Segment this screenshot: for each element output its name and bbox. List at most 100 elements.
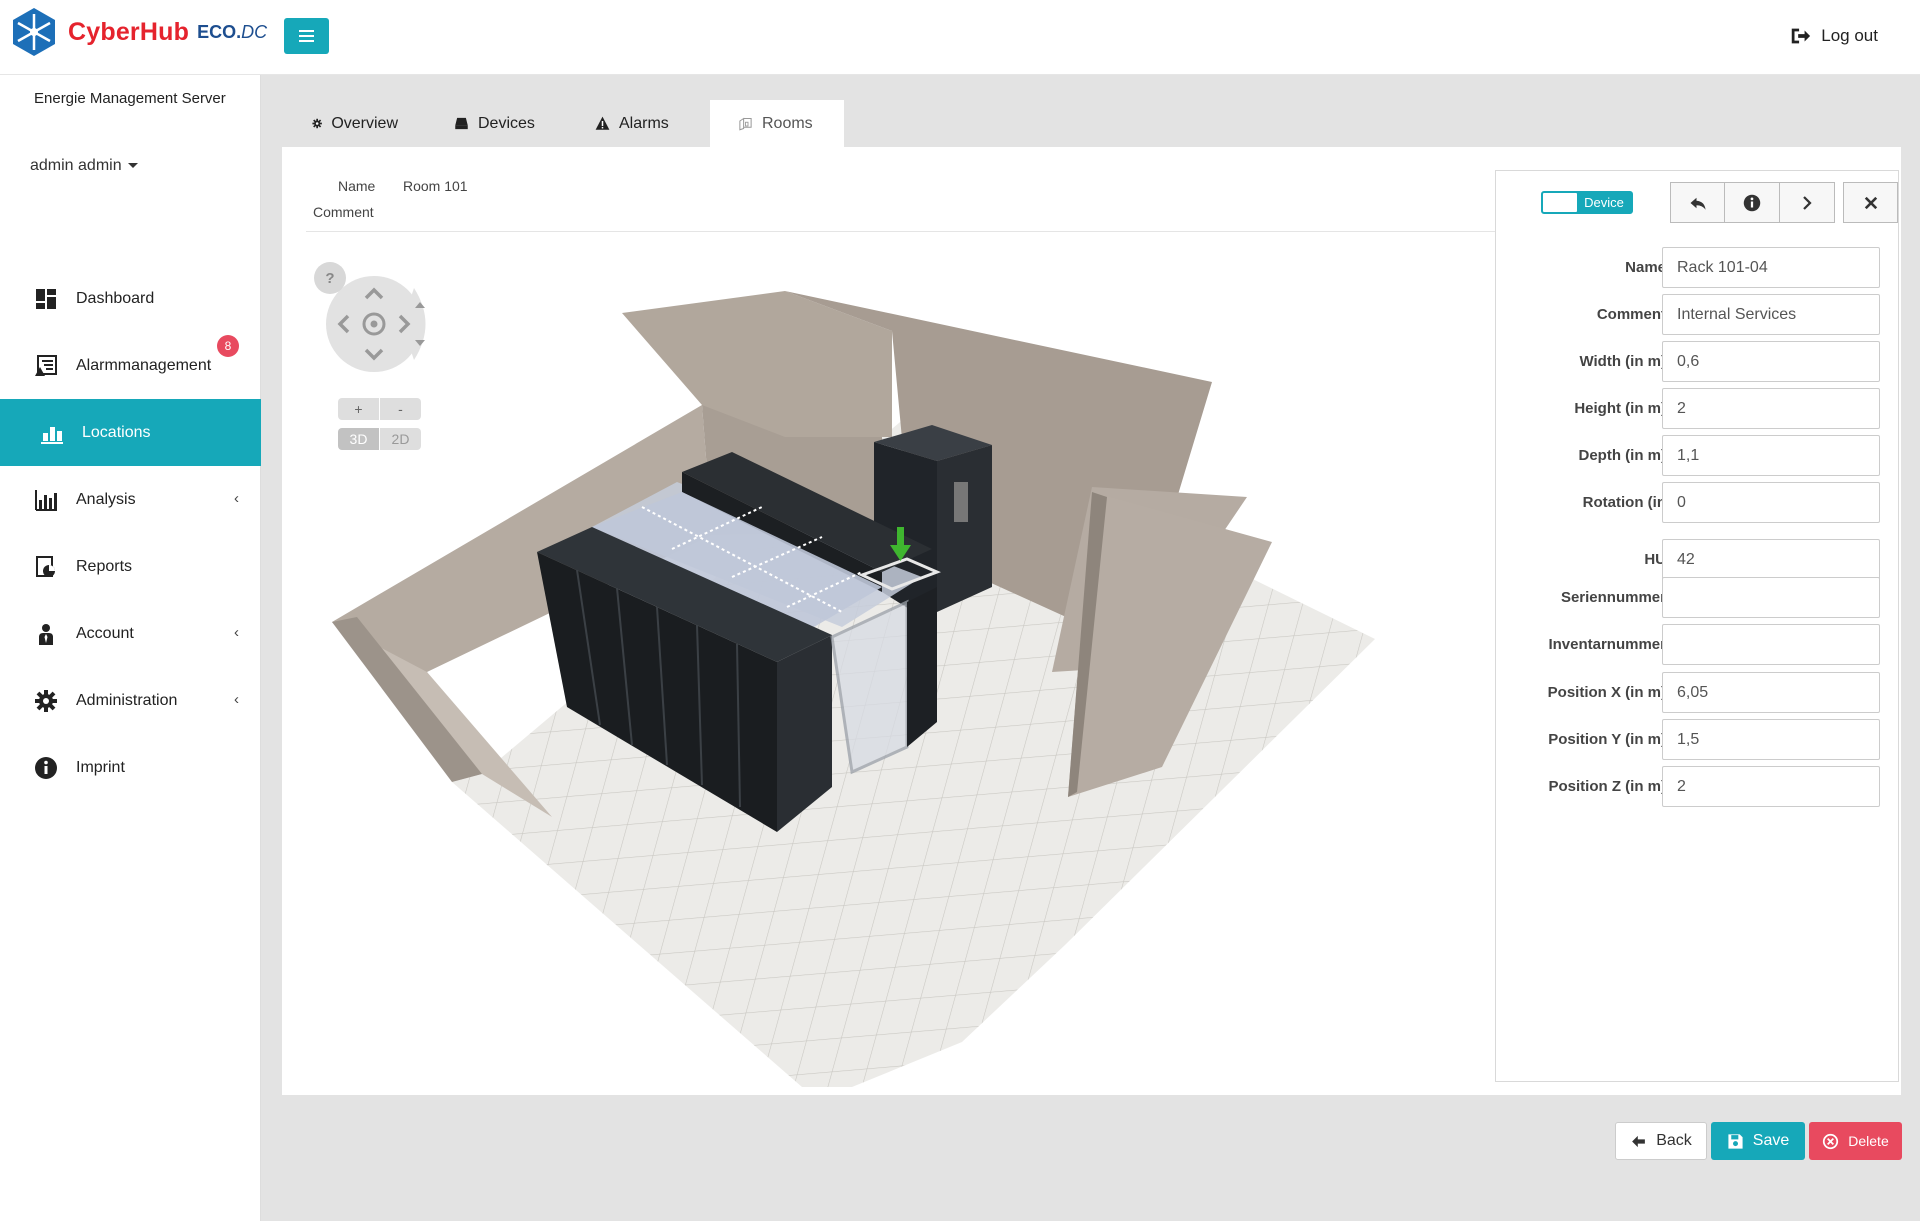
logo-mark-icon	[13, 8, 55, 56]
cooling-unit-side	[937, 445, 992, 612]
top-bar: CyberHub ECO.DC Log out	[0, 0, 1920, 75]
nav-item-reports[interactable]: Reports	[0, 533, 261, 600]
hdd-icon	[455, 117, 468, 130]
chevron-left-icon: ‹	[234, 624, 239, 641]
warning-icon	[595, 116, 610, 130]
field-width: Width (in m)	[1496, 341, 1900, 383]
gear-icon	[312, 118, 322, 129]
room-icon	[739, 117, 752, 131]
detail-tabs: Overview Devices Alarms Rooms	[284, 100, 844, 147]
nav-item-dashboard[interactable]: Dashboard	[0, 265, 261, 332]
width-input[interactable]	[1662, 341, 1880, 382]
properties-toolbar	[1670, 182, 1898, 223]
field-position-z: Position Z (in m)	[1496, 766, 1900, 808]
position-y-input[interactable]	[1662, 719, 1880, 760]
mode-3d-button[interactable]: 3D	[338, 428, 379, 450]
logout-label: Log out	[1821, 26, 1878, 45]
cooling-unit-panel	[954, 482, 968, 522]
caret-down-icon	[127, 163, 138, 169]
close-icon	[1864, 196, 1877, 209]
app-logo[interactable]: CyberHub ECO.DC	[8, 6, 267, 58]
main-nav: Dashboard Alarmmanagement 8 Locations An…	[0, 265, 261, 801]
dashboard-icon	[34, 287, 58, 311]
device-properties-panel: Device Name Comment Width (in m)	[1495, 170, 1899, 1082]
chevron-right-icon	[1803, 195, 1812, 210]
tab-alarms[interactable]: Alarms	[567, 100, 710, 147]
room-name-label: Name	[338, 178, 376, 194]
nav-item-locations[interactable]: Locations	[0, 399, 261, 466]
field-height: Height (in m)	[1496, 388, 1900, 430]
delete-button[interactable]: Delete	[1809, 1122, 1902, 1160]
user-menu[interactable]: admin admin	[30, 157, 138, 175]
locations-icon	[40, 421, 64, 445]
device-toggle[interactable]: Device	[1541, 191, 1633, 214]
hu-input[interactable]	[1662, 539, 1880, 580]
save-button[interactable]: Save	[1711, 1122, 1805, 1160]
reports-icon	[34, 555, 58, 579]
room-3d-view[interactable]	[332, 287, 1462, 1087]
floppy-disk-icon	[1728, 1133, 1743, 1149]
alarm-count-badge: 8	[217, 335, 239, 357]
brand-name: CyberHub	[68, 17, 190, 46]
position-z-input[interactable]	[1662, 766, 1880, 807]
logout-button[interactable]: Log out	[1789, 25, 1878, 47]
hamburger-icon	[299, 35, 314, 37]
mode-2d-button[interactable]: 2D	[380, 428, 421, 450]
menu-toggle-button[interactable]	[284, 18, 329, 54]
room-panel: Name Room 101 Comment ? + - 3D 2D Device…	[282, 147, 1901, 1095]
gear-icon	[34, 689, 58, 713]
chevron-left-icon: ‹	[234, 691, 239, 708]
reply-icon	[1690, 197, 1705, 210]
field-hu: HU	[1496, 539, 1900, 581]
brand-suffix: ECO.DC	[197, 21, 268, 42]
tab-devices[interactable]: Devices	[426, 100, 567, 147]
back-button[interactable]: Back	[1615, 1122, 1707, 1160]
tab-overview[interactable]: Overview	[284, 100, 426, 147]
nav-item-account[interactable]: Account ‹	[0, 600, 261, 667]
user-tie-icon	[34, 622, 58, 646]
selected-rack-side	[907, 587, 937, 747]
arrow-left-icon	[1632, 1135, 1646, 1147]
room-comment-label: Comment	[313, 204, 374, 220]
field-inventarnummer: Inventarnummer	[1496, 624, 1900, 666]
alarm-list-icon	[34, 354, 58, 378]
field-comment: Comment	[1496, 294, 1900, 336]
depth-input[interactable]	[1662, 435, 1880, 476]
toggle-label: Device	[1584, 195, 1624, 210]
help-button[interactable]: ?	[314, 262, 346, 294]
close-button[interactable]	[1843, 182, 1898, 223]
sidebar: Energie Management Server admin admin Da…	[0, 75, 261, 1221]
comment-input[interactable]	[1662, 294, 1880, 335]
rotation-input[interactable]	[1662, 482, 1880, 523]
chevron-left-icon: ‹	[234, 490, 239, 507]
nav-item-alarmmanagement[interactable]: Alarmmanagement 8	[0, 332, 261, 399]
position-x-input[interactable]	[1662, 672, 1880, 713]
remove-circle-icon	[1823, 1133, 1839, 1149]
name-input[interactable]	[1662, 247, 1880, 288]
zoom-in-button[interactable]: +	[338, 398, 379, 420]
undo-button[interactable]	[1670, 182, 1725, 223]
room-name-value: Room 101	[403, 178, 468, 194]
sign-out-icon	[1792, 28, 1811, 44]
nav-item-analysis[interactable]: Analysis ‹	[0, 466, 261, 533]
field-position-y: Position Y (in m)	[1496, 719, 1900, 761]
inventarnummer-input[interactable]	[1662, 624, 1880, 665]
seriennummer-input[interactable]	[1662, 577, 1880, 618]
tab-rooms[interactable]: Rooms	[710, 100, 844, 147]
bar-chart-icon	[34, 488, 58, 512]
field-name: Name	[1496, 247, 1900, 289]
field-rotation: Rotation (in	[1496, 482, 1900, 524]
field-depth: Depth (in m)	[1496, 435, 1900, 477]
info-button[interactable]	[1725, 182, 1780, 223]
server-name: Energie Management Server	[34, 90, 226, 107]
info-icon	[1743, 194, 1761, 211]
nav-item-administration[interactable]: Administration ‹	[0, 667, 261, 734]
zoom-out-button[interactable]: -	[380, 398, 421, 420]
field-position-x: Position X (in m)	[1496, 672, 1900, 714]
field-seriennummer: Seriennummer	[1496, 577, 1900, 619]
nav-item-imprint[interactable]: Imprint	[0, 734, 261, 801]
toggle-knob	[1543, 193, 1577, 212]
next-button[interactable]	[1780, 182, 1835, 223]
height-input[interactable]	[1662, 388, 1880, 429]
info-icon	[34, 756, 58, 780]
